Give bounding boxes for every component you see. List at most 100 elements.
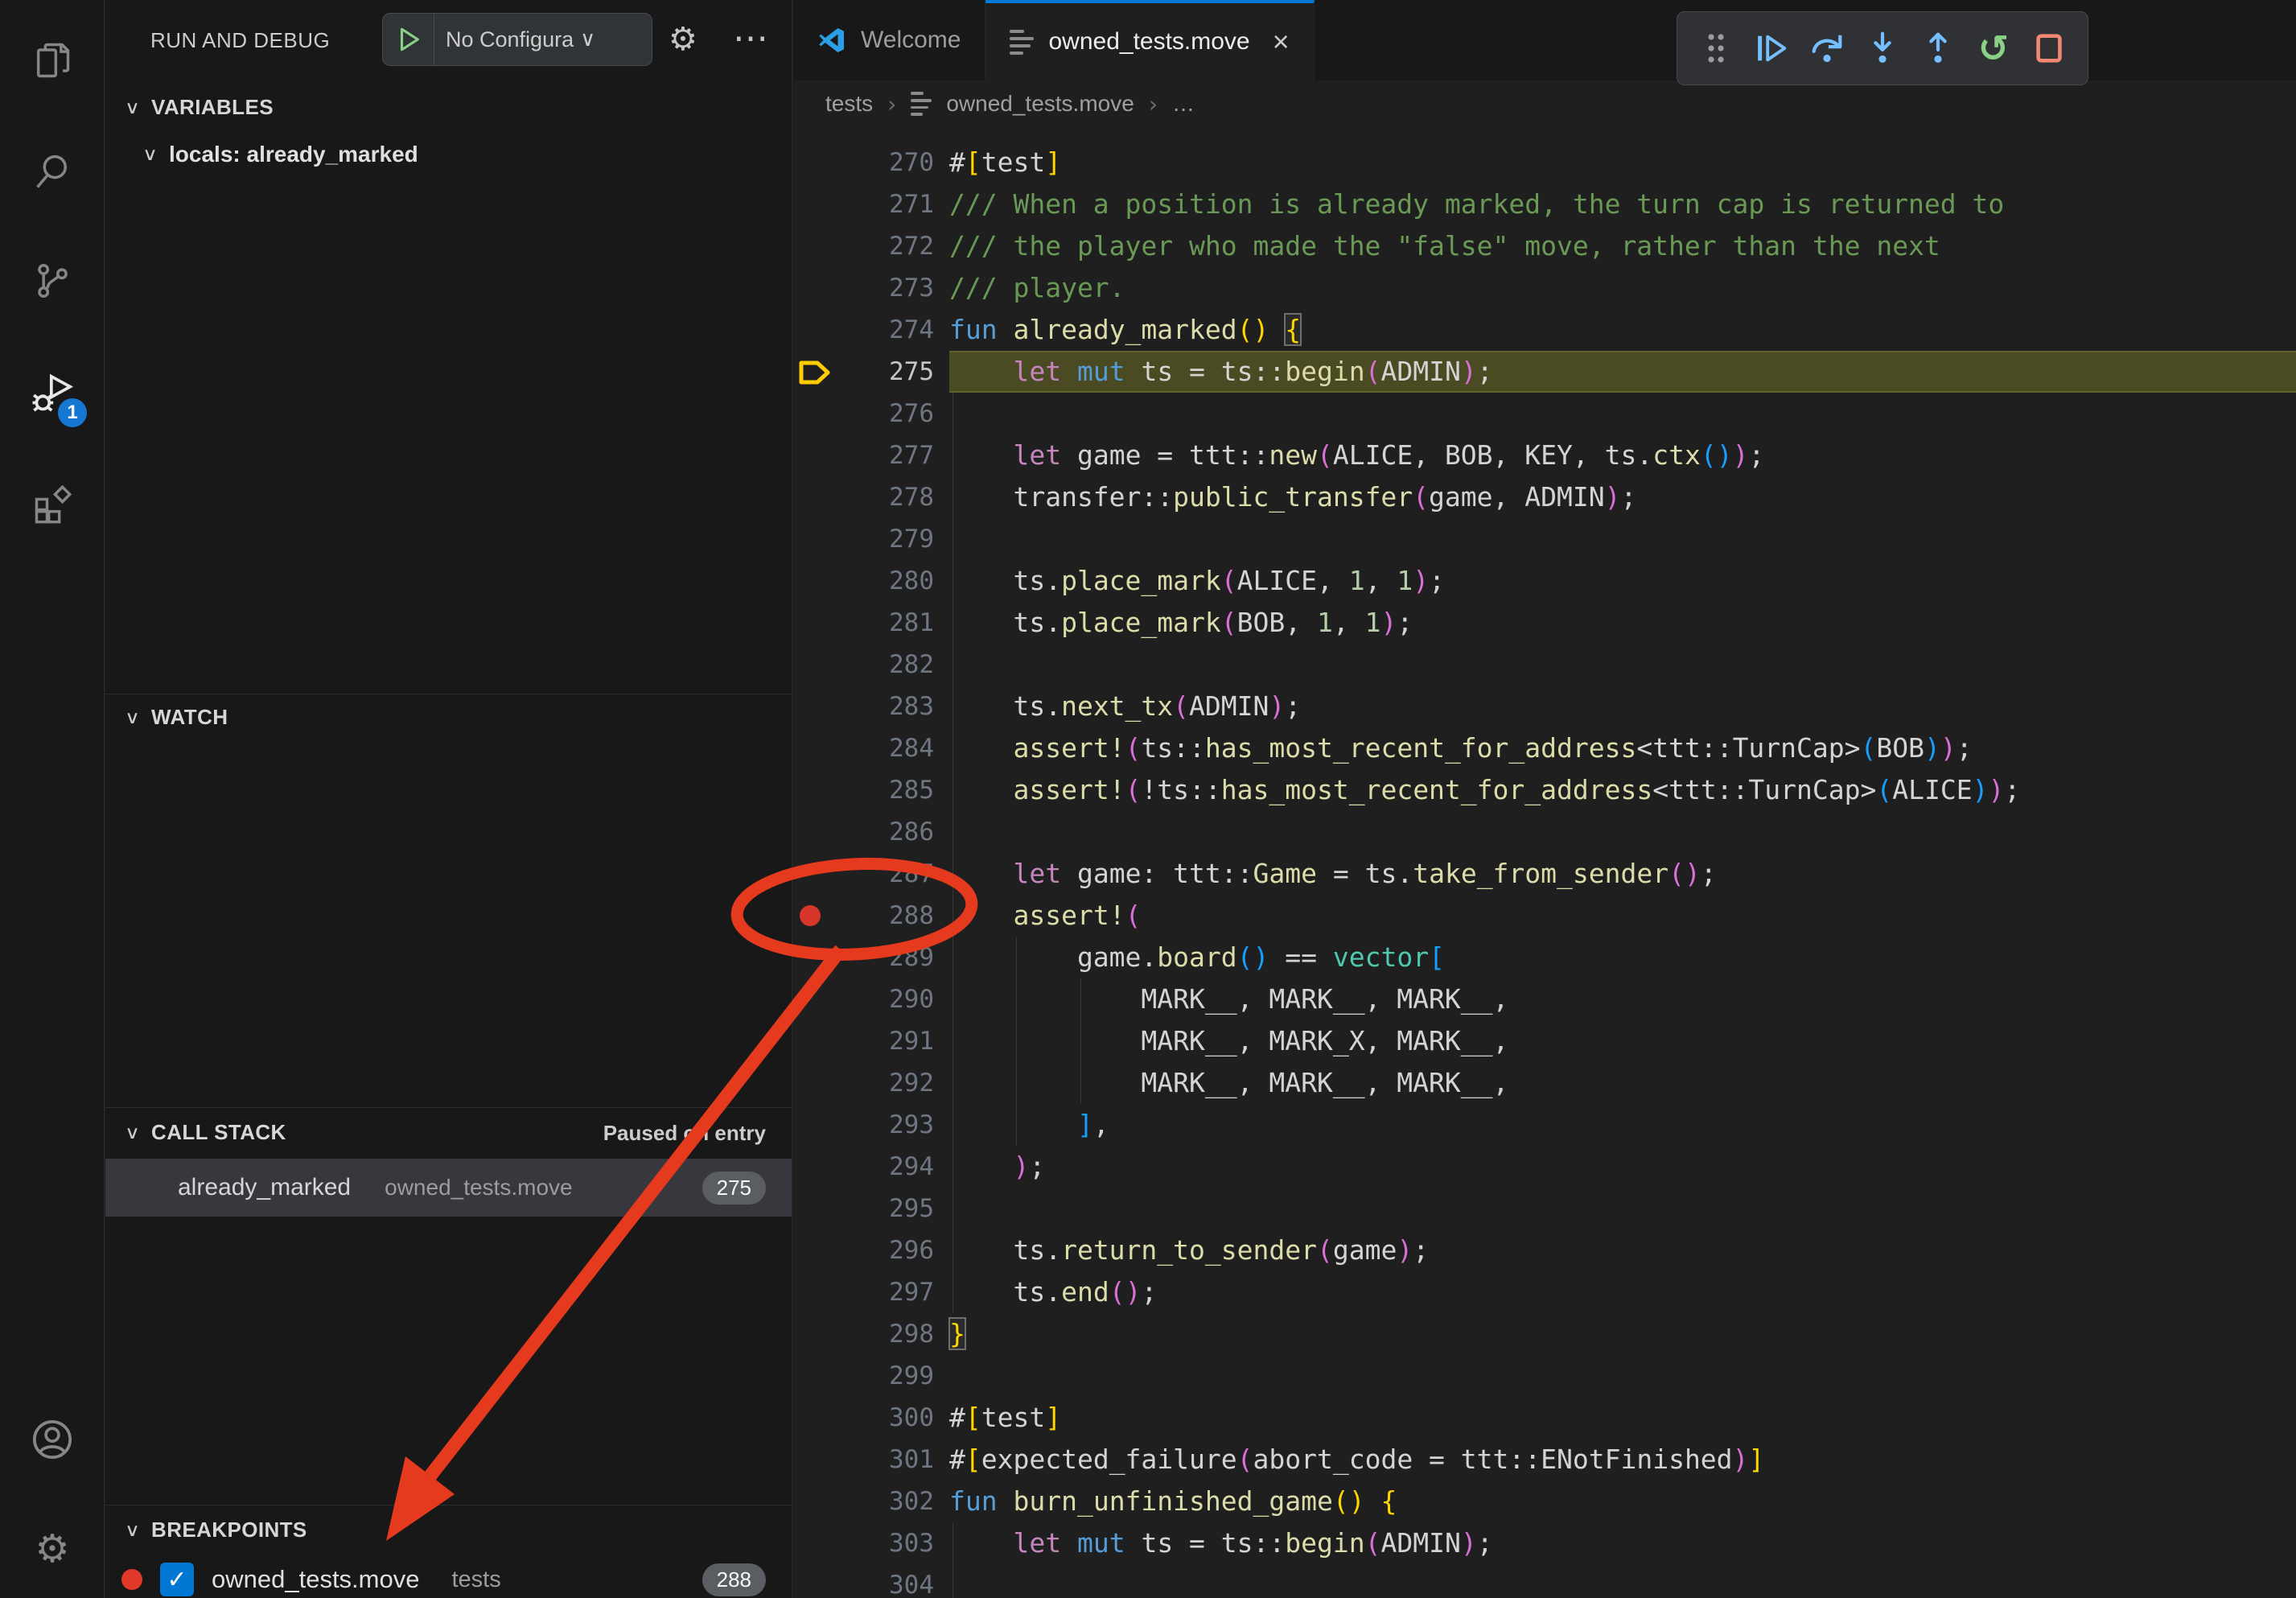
launch-configuration-dropdown[interactable]: No Configura ∨ — [382, 13, 652, 66]
code-line[interactable]: 283 ts.next_tx(ADMIN); — [793, 686, 2296, 727]
line-number[interactable]: 275 — [793, 351, 934, 393]
breadcrumb-item-file[interactable]: owned_tests.move — [946, 91, 1134, 117]
line-number[interactable]: 291 — [793, 1020, 934, 1062]
code-line[interactable]: 280 ts.place_mark(ALICE, 1, 1); — [793, 560, 2296, 602]
source-control-icon[interactable] — [0, 237, 105, 325]
line-number[interactable]: 304 — [793, 1564, 934, 1598]
accounts-icon[interactable] — [0, 1395, 105, 1484]
toolbar-drag-handle[interactable] — [1693, 23, 1738, 74]
line-number[interactable]: 293 — [793, 1104, 934, 1146]
settings-icon[interactable]: ⚙ — [0, 1505, 105, 1593]
call-stack-section-header[interactable]: ∨ CALL STACK — [125, 1120, 286, 1145]
code-line[interactable]: 294 ); — [793, 1146, 2296, 1188]
line-number[interactable]: 295 — [793, 1188, 934, 1229]
line-number[interactable]: 280 — [793, 560, 934, 602]
step-over-icon[interactable] — [1804, 23, 1850, 74]
line-number[interactable]: 299 — [793, 1355, 934, 1397]
search-icon[interactable] — [0, 127, 105, 216]
line-number[interactable]: 271 — [793, 183, 934, 225]
line-number[interactable]: 288 — [793, 895, 934, 937]
code-line[interactable]: 275 let mut ts = ts::begin(ADMIN); — [793, 351, 2296, 393]
line-number[interactable]: 297 — [793, 1271, 934, 1313]
line-number[interactable]: 294 — [793, 1146, 934, 1188]
line-number[interactable]: 283 — [793, 686, 934, 727]
code-line[interactable]: 301#[expected_failure(abort_code = ttt::… — [793, 1439, 2296, 1481]
breakpoint-enabled-checkbox[interactable]: ✓ — [160, 1563, 194, 1596]
step-out-icon[interactable] — [1915, 23, 1961, 74]
code-line[interactable]: 287 let game: ttt::Game = ts.take_from_s… — [793, 853, 2296, 895]
code-line[interactable]: 273/// player. — [793, 267, 2296, 309]
line-number[interactable]: 282 — [793, 644, 934, 686]
code-editor[interactable]: 270#[test]271/// When a position is alre… — [793, 142, 2296, 1598]
code-line[interactable]: 271/// When a position is already marked… — [793, 183, 2296, 225]
code-line[interactable]: 292 MARK__, MARK__, MARK__, — [793, 1062, 2296, 1104]
line-number[interactable]: 270 — [793, 142, 934, 183]
extensions-icon[interactable] — [0, 460, 105, 549]
code-line[interactable]: 302fun burn_unfinished_game() { — [793, 1481, 2296, 1522]
line-number[interactable]: 303 — [793, 1522, 934, 1564]
code-line[interactable]: 300#[test] — [793, 1397, 2296, 1439]
line-number[interactable]: 284 — [793, 727, 934, 769]
start-debug-icon[interactable] — [383, 14, 434, 65]
line-number[interactable]: 292 — [793, 1062, 934, 1104]
tab-owned-tests-move[interactable]: owned_tests.move × — [985, 0, 1314, 80]
code-line[interactable]: 270#[test] — [793, 142, 2296, 183]
code-line[interactable]: 296 ts.return_to_sender(game); — [793, 1229, 2296, 1271]
code-line[interactable]: 282 — [793, 644, 2296, 686]
code-line[interactable]: 272/// the player who made the "false" m… — [793, 225, 2296, 267]
code-line[interactable]: 290 MARK__, MARK__, MARK__, — [793, 978, 2296, 1020]
code-line[interactable]: 293 ], — [793, 1104, 2296, 1146]
line-number[interactable]: 302 — [793, 1481, 934, 1522]
breadcrumb-item-more[interactable]: … — [1172, 91, 1195, 117]
stop-icon[interactable] — [2026, 23, 2072, 74]
line-number[interactable]: 279 — [793, 518, 934, 560]
variables-locals-scope[interactable]: ∨ locals: already_marked — [142, 142, 418, 167]
code-line[interactable]: 295 — [793, 1188, 2296, 1229]
code-line[interactable]: 284 assert!(ts::has_most_recent_for_addr… — [793, 727, 2296, 769]
code-line[interactable]: 289 game.board() == vector[ — [793, 937, 2296, 978]
breakpoint-list-item[interactable]: ✓ owned_tests.move tests 288 — [105, 1556, 792, 1598]
code-line[interactable]: 278 transfer::public_transfer(game, ADMI… — [793, 476, 2296, 518]
line-number[interactable]: 287 — [793, 853, 934, 895]
code-line[interactable]: 299 — [793, 1355, 2296, 1397]
line-number[interactable]: 273 — [793, 267, 934, 309]
line-number[interactable]: 278 — [793, 476, 934, 518]
continue-icon[interactable] — [1749, 23, 1794, 74]
line-number[interactable]: 301 — [793, 1439, 934, 1481]
code-line[interactable]: 291 MARK__, MARK_X, MARK__, — [793, 1020, 2296, 1062]
code-line[interactable]: 281 ts.place_mark(BOB, 1, 1); — [793, 602, 2296, 644]
line-number[interactable]: 274 — [793, 309, 934, 351]
code-line[interactable]: 304 — [793, 1564, 2296, 1598]
debug-settings-gear-icon[interactable]: ⚙ — [669, 21, 697, 58]
more-actions-icon[interactable]: ⋯ — [733, 18, 768, 59]
line-number[interactable]: 285 — [793, 769, 934, 811]
line-number[interactable]: 277 — [793, 435, 934, 476]
watch-section-header[interactable]: ∨ WATCH — [125, 705, 228, 730]
line-number[interactable]: 286 — [793, 811, 934, 853]
line-number[interactable]: 276 — [793, 393, 934, 435]
run-and-debug-icon[interactable]: 1 — [0, 350, 105, 439]
code-line[interactable]: 274fun already_marked() { — [793, 309, 2296, 351]
code-line[interactable]: 277 let game = ttt::new(ALICE, BOB, KEY,… — [793, 435, 2296, 476]
breakpoints-section-header[interactable]: ∨ BREAKPOINTS — [125, 1518, 307, 1542]
code-line[interactable]: 286 — [793, 811, 2296, 853]
line-number[interactable]: 290 — [793, 978, 934, 1020]
line-number[interactable]: 272 — [793, 225, 934, 267]
explorer-icon[interactable] — [0, 16, 105, 105]
code-line[interactable]: 288 assert!( — [793, 895, 2296, 937]
variables-section-header[interactable]: ∨ VARIABLES — [125, 95, 274, 120]
tab-welcome[interactable]: Welcome — [793, 0, 985, 80]
line-number[interactable]: 281 — [793, 602, 934, 644]
step-into-icon[interactable] — [1860, 23, 1905, 74]
line-number[interactable]: 296 — [793, 1229, 934, 1271]
code-line[interactable]: 303 let mut ts = ts::begin(ADMIN); — [793, 1522, 2296, 1564]
breadcrumb-item-tests[interactable]: tests — [825, 91, 873, 117]
code-line[interactable]: 285 assert!(!ts::has_most_recent_for_add… — [793, 769, 2296, 811]
line-number[interactable]: 289 — [793, 937, 934, 978]
line-number[interactable]: 298 — [793, 1313, 934, 1355]
code-line[interactable]: 297 ts.end(); — [793, 1271, 2296, 1313]
close-icon[interactable]: × — [1273, 25, 1290, 59]
code-line[interactable]: 298} — [793, 1313, 2296, 1355]
code-line[interactable]: 279 — [793, 518, 2296, 560]
call-stack-frame-row[interactable]: already_marked owned_tests.move 275 — [105, 1159, 792, 1217]
